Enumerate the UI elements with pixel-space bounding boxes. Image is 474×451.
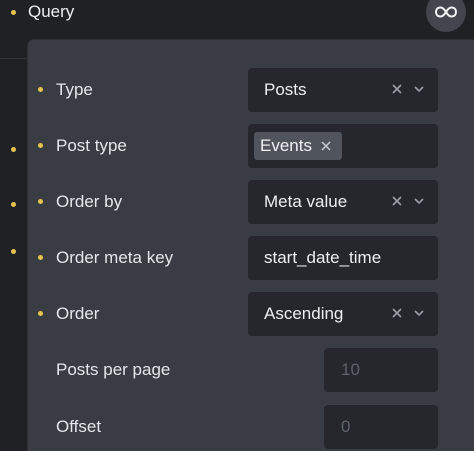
side-dot-indicator [11, 249, 16, 254]
query-title: Query [28, 2, 75, 21]
offset-label: Offset [56, 417, 102, 436]
order-meta-key-value: start_date_time [264, 248, 382, 267]
chevron-down-icon[interactable] [412, 306, 426, 320]
order-by-select[interactable]: Meta value [248, 180, 438, 224]
infinity-icon [435, 6, 457, 18]
clear-icon[interactable] [389, 305, 405, 321]
post-type-tag: Events [254, 132, 342, 160]
post-type-tag-label: Events [260, 136, 312, 155]
order-value: Ascending [264, 304, 344, 323]
chevron-down-icon[interactable] [412, 82, 426, 96]
order-select[interactable]: Ascending [248, 292, 438, 336]
post-type-label: Post type [56, 136, 127, 155]
type-select[interactable]: Posts [248, 68, 438, 112]
side-dot-indicator [11, 202, 16, 207]
posts-per-page-label: Posts per page [56, 360, 171, 379]
order-dot-indicator [38, 311, 43, 316]
chevron-down-icon[interactable] [412, 194, 426, 208]
remove-tag-icon[interactable] [320, 140, 332, 152]
clear-icon[interactable] [389, 193, 405, 209]
post-type-dot-indicator [38, 143, 43, 148]
query-dot-indicator [11, 10, 16, 15]
query-settings-panel: Type Posts Post type Events Order by Met… [28, 40, 474, 451]
posts-per-page-placeholder: 10 [341, 360, 360, 379]
order-by-dot-indicator [38, 199, 43, 204]
type-value: Posts [264, 80, 307, 99]
side-dot-indicator [11, 147, 16, 152]
order-meta-key-dot-indicator [38, 255, 43, 260]
order-meta-key-label: Order meta key [56, 248, 174, 267]
order-label: Order [56, 304, 100, 323]
clear-icon[interactable] [389, 81, 405, 97]
order-meta-key-input[interactable]: start_date_time [248, 236, 438, 280]
offset-input[interactable]: 0 [324, 405, 438, 449]
type-label: Type [56, 80, 93, 99]
order-by-value: Meta value [264, 192, 348, 211]
type-dot-indicator [38, 87, 43, 92]
post-type-multiselect[interactable]: Events [248, 124, 438, 168]
order-by-label: Order by [56, 192, 123, 211]
offset-placeholder: 0 [341, 417, 351, 436]
posts-per-page-input[interactable]: 10 [324, 348, 438, 392]
query-loop-button[interactable] [426, 0, 466, 32]
